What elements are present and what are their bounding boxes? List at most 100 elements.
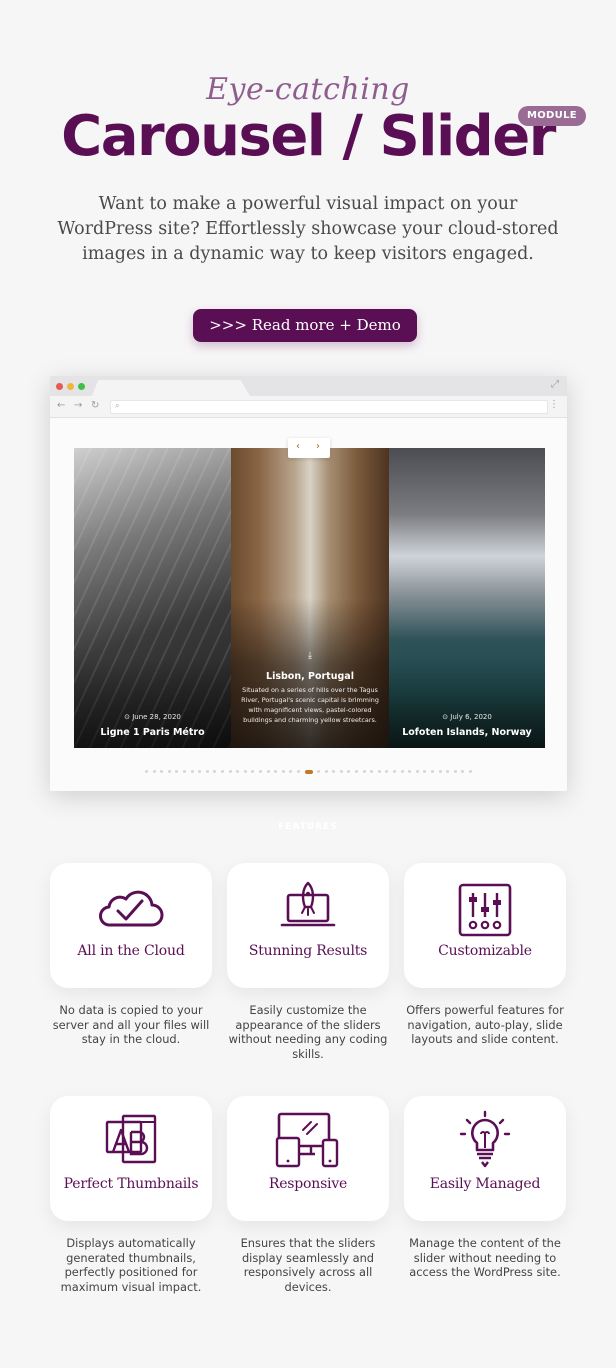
sliders-panel-icon [458, 883, 512, 937]
pagination-dot[interactable] [431, 770, 434, 773]
pagination-dot[interactable] [317, 770, 321, 773]
close-dot-icon [56, 383, 63, 390]
pagination-dot[interactable] [236, 770, 240, 773]
hero-eyebrow: Eye-catching [206, 72, 410, 107]
cloud-check-icon [99, 890, 164, 927]
maximize-dot-icon [78, 383, 85, 390]
feature-title: Stunning Results [248, 943, 368, 959]
hero-intro: Want to make a powerful visual impact on… [57, 194, 559, 264]
pagination-dot[interactable] [152, 770, 156, 773]
pagination-dot[interactable] [281, 770, 285, 773]
slide-lisbon[interactable]: ⤓ Lisbon, Portugal Situated on a series … [231, 448, 389, 748]
feature-card-thumbnails: Perfect Thumbnails [50, 1096, 212, 1221]
read-more-demo-button[interactable]: >>> Read more + Demo [193, 309, 417, 342]
pagination-dot[interactable] [408, 770, 412, 773]
slide-date: ⊙ July 6, 2020 [442, 713, 492, 721]
pagination-dot[interactable] [355, 770, 359, 773]
pagination-dot[interactable] [213, 770, 217, 773]
slide-lofoten[interactable]: ⊙ July 6, 2020 Lofoten Islands, Norway [389, 448, 545, 748]
forward-icon: → [74, 400, 83, 411]
pagination-dot[interactable] [160, 770, 164, 773]
slide-paris-metro[interactable]: ⊙ June 28, 2020 Ligne 1 Paris Métro [74, 448, 231, 748]
slide-date: ⊙ June 28, 2020 [124, 713, 181, 721]
feature-title: All in the Cloud [77, 943, 185, 959]
pagination-dot[interactable] [468, 770, 472, 773]
pagination-dot[interactable] [167, 770, 171, 773]
feature-card-managed: Easily Managed [404, 1096, 566, 1221]
pagination-dot[interactable] [362, 770, 366, 773]
pagination-dot[interactable] [347, 770, 351, 773]
pagination-dot-active[interactable] [304, 769, 313, 774]
feature-description: Easily customize the appearance of the s… [228, 1003, 388, 1061]
pagination-dot[interactable] [370, 770, 374, 773]
pagination-dot[interactable] [461, 770, 465, 773]
pagination-dot[interactable] [289, 770, 293, 773]
back-icon: ← [57, 400, 66, 411]
pagination-dot[interactable] [324, 770, 328, 773]
devices-icon [275, 1112, 339, 1168]
browser-mockup: ⤢ ← → ↻ ⌕ ⋮ ‹ › ⊙ June 28, 2020 Ligne 1 … [50, 376, 567, 791]
feature-description: Manage the content of the slider without… [409, 1236, 561, 1280]
slide-title: Ligne 1 Paris Métro [100, 727, 205, 738]
pagination-dot[interactable] [415, 770, 419, 773]
pagination-dot[interactable] [385, 770, 389, 773]
pagination-dot[interactable] [251, 770, 255, 773]
pagination-dot[interactable] [332, 770, 336, 773]
pagination-dot[interactable] [393, 770, 397, 773]
pagination-dot[interactable] [190, 770, 194, 773]
expand-icon: ⤢ [551, 379, 559, 390]
lightbulb-icon [459, 1110, 511, 1168]
laptop-rocket-icon [280, 881, 336, 927]
module-badge: MODULE [518, 106, 586, 126]
feature-title: Perfect Thumbnails [63, 1176, 199, 1192]
browser-tab [92, 380, 250, 396]
pagination-dot[interactable] [220, 770, 224, 773]
pagination-dot[interactable] [296, 770, 300, 773]
pagination-dot[interactable] [175, 770, 179, 773]
minimize-dot-icon [67, 383, 74, 390]
pagination-dot[interactable] [243, 770, 247, 773]
pagination-dot[interactable] [198, 770, 202, 773]
pagination-dot[interactable] [183, 770, 186, 773]
search-icon: ⌕ [115, 401, 120, 410]
pagination-dot[interactable] [258, 770, 262, 773]
pagination-dot[interactable] [377, 770, 381, 773]
reload-icon: ↻ [91, 400, 100, 411]
prev-arrow-icon[interactable]: ‹ [296, 441, 300, 452]
feature-card-results: Stunning Results [227, 863, 389, 988]
pagination-dot[interactable] [438, 770, 442, 773]
slide-title: Lofoten Islands, Norway [402, 727, 532, 738]
pagination-dot[interactable] [400, 770, 404, 773]
pagination-dot[interactable] [423, 770, 427, 773]
thumbnail-ab-icon [105, 1114, 157, 1164]
slide-title: Lisbon, Portugal [266, 671, 354, 682]
browser-titlebar: ⤢ [50, 376, 567, 396]
feature-card-customizable: Customizable [404, 863, 566, 988]
features-label: FEATURES [278, 822, 338, 832]
feature-description: No data is copied to your server and all… [52, 1003, 210, 1047]
pagination-dot[interactable] [228, 770, 232, 773]
carousel-arrows: ‹ › [288, 438, 330, 458]
browser-menu-icon: ⋮ [549, 399, 559, 410]
feature-card-responsive: Responsive [227, 1096, 389, 1221]
pagination-dot[interactable] [145, 770, 149, 773]
pagination-dot[interactable] [453, 770, 457, 773]
feature-card-cloud: All in the Cloud [50, 863, 212, 988]
slide-description: Situated on a series of hills over the T… [241, 686, 379, 724]
browser-navbar: ← → ↻ ⌕ ⋮ [50, 396, 567, 418]
pagination-dot[interactable] [266, 770, 270, 773]
feature-description: Offers powerful features for navigation,… [406, 1003, 564, 1047]
download-icon[interactable]: ⤓ [231, 651, 389, 661]
address-bar: ⌕ [110, 400, 548, 414]
pagination-dot[interactable] [205, 770, 209, 773]
pagination-dot[interactable] [446, 770, 450, 773]
carousel-pagination [50, 761, 567, 774]
feature-description: Ensures that the sliders display seamles… [240, 1236, 376, 1294]
feature-title: Customizable [438, 943, 532, 959]
feature-title: Easily Managed [429, 1176, 541, 1192]
next-arrow-icon[interactable]: › [316, 441, 320, 452]
feature-description: Displays automatically generated thumbna… [60, 1236, 202, 1294]
pagination-dot[interactable] [274, 770, 278, 773]
pagination-dot[interactable] [339, 770, 343, 773]
feature-title: Responsive [268, 1176, 348, 1192]
